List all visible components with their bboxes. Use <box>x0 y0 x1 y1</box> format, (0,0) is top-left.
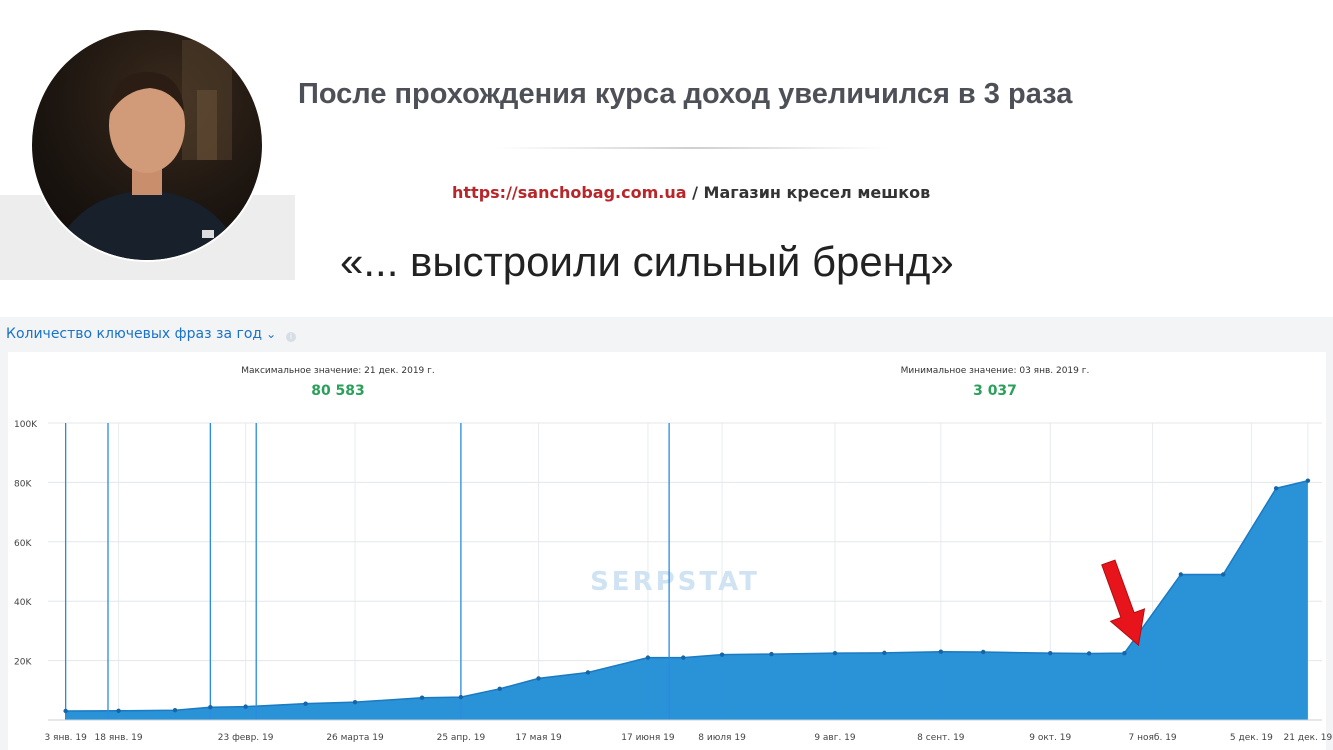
data-point <box>497 686 502 692</box>
data-point <box>681 655 686 660</box>
x-tick-label: 5 дек. 19 <box>1230 733 1273 743</box>
data-point <box>116 708 121 713</box>
data-point <box>981 649 986 655</box>
x-tick-label: 3 янв. 19 <box>44 733 87 743</box>
x-tick-label: 17 июня 19 <box>621 733 675 743</box>
data-point <box>303 701 308 706</box>
x-tick-label: 9 окт. 19 <box>1029 733 1071 743</box>
data-point <box>208 705 213 710</box>
data-point <box>243 704 248 709</box>
data-point <box>769 651 774 657</box>
data-point <box>458 694 464 700</box>
x-tick-label: 18 янв. 19 <box>95 733 143 743</box>
data-point <box>938 649 944 654</box>
data-point <box>172 707 178 713</box>
y-tick-label: 20K <box>14 658 32 668</box>
x-tick-label: 7 нояб. 19 <box>1129 733 1177 743</box>
data-point <box>536 676 541 681</box>
data-point <box>1122 650 1127 656</box>
watermark: SERPSTAT <box>590 567 760 597</box>
data-point <box>1273 486 1279 491</box>
x-tick-label: 8 сент. 19 <box>917 733 965 743</box>
data-point <box>882 650 887 656</box>
data-point <box>585 670 591 675</box>
data-point <box>1220 572 1226 577</box>
data-point <box>645 655 651 660</box>
data-point <box>832 650 838 656</box>
x-tick-label: 23 февр. 19 <box>218 733 274 743</box>
data-point <box>352 699 358 705</box>
x-tick-label: 21 дек. 19 <box>1284 733 1333 743</box>
x-tick-label: 9 авг. 19 <box>814 733 856 743</box>
data-point <box>419 695 425 700</box>
data-point <box>1305 478 1311 483</box>
keyword-chart: 100K 80K 60K 40K 20K SERPSTAT 3 янв. 19 18 янв.… <box>14 420 1333 743</box>
y-tick-label: 60K <box>14 539 32 549</box>
y-tick-label: 100K <box>14 420 38 430</box>
x-tick-label: 25 апр. 19 <box>437 733 486 743</box>
data-point <box>719 652 725 657</box>
data-point <box>63 708 68 714</box>
data-point <box>1178 572 1184 577</box>
y-tick-label: 80K <box>14 479 32 489</box>
x-tick-label: 17 мая 19 <box>515 733 562 743</box>
data-point <box>1048 650 1053 656</box>
x-tick-label: 26 марта 19 <box>326 733 384 743</box>
data-point <box>1086 651 1092 656</box>
x-tick-label: 8 июля 19 <box>698 733 746 743</box>
y-tick-label: 40K <box>14 598 32 608</box>
